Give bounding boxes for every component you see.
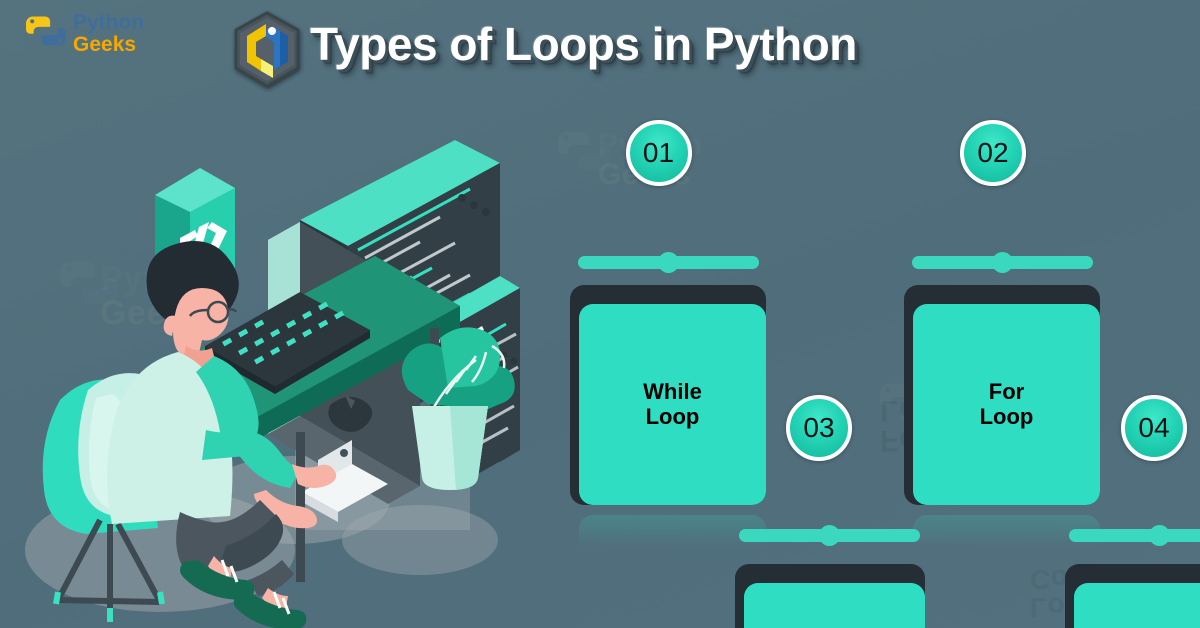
- card-label-01: While Loop: [643, 378, 702, 429]
- connector-bar-03: [739, 525, 920, 546]
- step-badge-03[interactable]: 03: [786, 395, 852, 461]
- infographic-canvas: Python Geeks Python Geeks Python Geeks W…: [0, 0, 1200, 628]
- step-badge-04[interactable]: 04: [1121, 395, 1187, 461]
- connector-knob-04: [1149, 525, 1170, 546]
- connector-knob-02: [992, 251, 1013, 273]
- step-badge-01[interactable]: 01: [625, 120, 692, 186]
- card-face-03: NestedLoops: [744, 583, 925, 628]
- loop-card-02[interactable]: For Loop: [904, 285, 1109, 514]
- loop-card-03[interactable]: NestedLoops: [735, 564, 934, 628]
- loop-card-04[interactable]: LoopControlStatements: [1065, 564, 1200, 628]
- logo-text-python: Python: [73, 11, 145, 34]
- card-reflection-01: [579, 515, 766, 561]
- connector-bar-02: [912, 251, 1093, 273]
- step-badge-02[interactable]: 02: [960, 120, 1026, 186]
- card-face-04: LoopControlStatements: [1074, 583, 1200, 628]
- connector-knob-03: [819, 525, 840, 546]
- connector-bar-01: [578, 251, 759, 273]
- python-snake-icon: [26, 13, 66, 54]
- python-geeks-logo[interactable]: Python Geeks: [26, 12, 144, 55]
- card-face-01: While Loop: [579, 304, 766, 505]
- connector-knob-01: [658, 251, 679, 273]
- card-face-02: For Loop: [913, 304, 1100, 505]
- loop-card-01[interactable]: While Loop: [570, 285, 775, 514]
- card-label-02: For Loop: [979, 378, 1034, 429]
- connector-bar-04: [1069, 525, 1200, 546]
- logo-text-geeks: Geeks: [73, 33, 137, 56]
- developer-at-desk-illustration: [0, 60, 520, 628]
- loop-types-diagram: 01 WhileLoop 02 ForLoop 03 NestedLoops 04 LoopC…: [520, 100, 1200, 628]
